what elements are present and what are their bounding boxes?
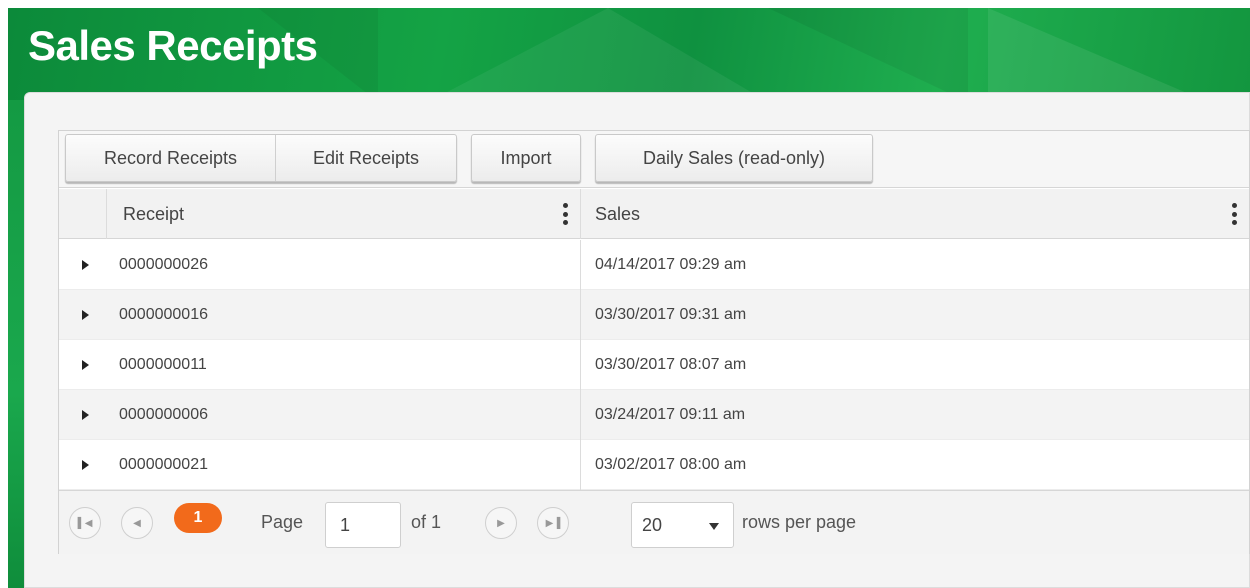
sales-cell: 03/24/2017 09:11 am <box>595 406 746 423</box>
next-page-icon[interactable]: ▶ <box>485 507 517 539</box>
expander-column-header <box>59 189 107 239</box>
rows-per-page-value: 20 <box>642 514 663 535</box>
rows-per-page-select[interactable]: 20 <box>631 502 734 548</box>
sales-cell: 04/14/2017 09:29 am <box>595 256 747 273</box>
sales-cell: 03/02/2017 08:00 am <box>595 456 747 473</box>
table-row[interactable]: 0000000016 03/30/2017 09:31 am <box>59 290 1249 340</box>
table-row[interactable]: 0000000011 03/30/2017 08:07 am <box>59 340 1249 390</box>
sales-column-menu-icon[interactable] <box>1231 203 1237 225</box>
page-number-input[interactable] <box>325 502 401 548</box>
receipt-cell: 0000000021 <box>107 440 581 490</box>
expand-row-icon[interactable] <box>59 440 107 490</box>
expand-row-icon[interactable] <box>59 240 107 290</box>
receipt-cell: 0000000006 <box>107 390 581 440</box>
edit-receipts-button[interactable]: Edit Receipts <box>276 135 456 181</box>
import-button[interactable]: Import <box>471 134 581 182</box>
header-banner: Sales Receipts <box>8 8 1250 102</box>
record-receipts-button[interactable]: Record Receipts <box>66 135 276 181</box>
last-page-icon[interactable]: ▶▐ <box>537 507 569 539</box>
receipts-button-group: Record Receipts Edit Receipts <box>65 134 457 182</box>
expand-row-icon[interactable] <box>59 290 107 340</box>
receipt-column-label: Receipt <box>123 203 185 224</box>
grid-body: 0000000026 04/14/2017 09:29 am 000000001… <box>59 240 1249 490</box>
receipt-cell: 0000000011 <box>107 340 581 390</box>
sales-column-label: Sales <box>595 203 641 224</box>
sales-cell: 03/30/2017 08:07 am <box>595 356 747 373</box>
table-row[interactable]: 0000000026 04/14/2017 09:29 am <box>59 240 1249 290</box>
receipt-column-header[interactable]: Receipt <box>107 189 581 239</box>
table-row[interactable]: 0000000021 03/02/2017 08:00 am <box>59 440 1249 490</box>
page-label: Page <box>261 512 304 532</box>
receipt-cell: 0000000026 <box>107 240 581 290</box>
current-page-badge[interactable]: 1 <box>174 503 222 533</box>
page-title: Sales Receipts <box>28 22 318 69</box>
pager: ▌◀ ◀ 1 Page of 1 ▶ ▶▐ 20 rows per page <box>59 490 1249 554</box>
grid-header: Receipt Sales <box>59 189 1249 239</box>
banner-left-strip <box>8 100 24 588</box>
sales-column-header[interactable]: Sales <box>581 189 1249 239</box>
prev-page-icon[interactable]: ◀ <box>121 507 153 539</box>
grid-toolbar: Record Receipts Edit Receipts Import Dai… <box>59 131 1249 188</box>
expand-row-icon[interactable] <box>59 340 107 390</box>
rows-per-page-label: rows per page <box>742 512 857 532</box>
receipt-column-menu-icon[interactable] <box>562 203 568 225</box>
table-row[interactable]: 0000000006 03/24/2017 09:11 am <box>59 390 1249 440</box>
first-page-icon[interactable]: ▌◀ <box>69 507 101 539</box>
chevron-down-icon <box>709 523 719 530</box>
receipt-cell: 0000000016 <box>107 290 581 340</box>
sales-cell: 03/30/2017 09:31 am <box>595 306 747 323</box>
daily-sales-button[interactable]: Daily Sales (read-only) <box>595 134 873 182</box>
page-count-label: of 1 <box>411 512 442 532</box>
receipts-grid: Record Receipts Edit Receipts Import Dai… <box>58 130 1250 554</box>
expand-row-icon[interactable] <box>59 390 107 440</box>
